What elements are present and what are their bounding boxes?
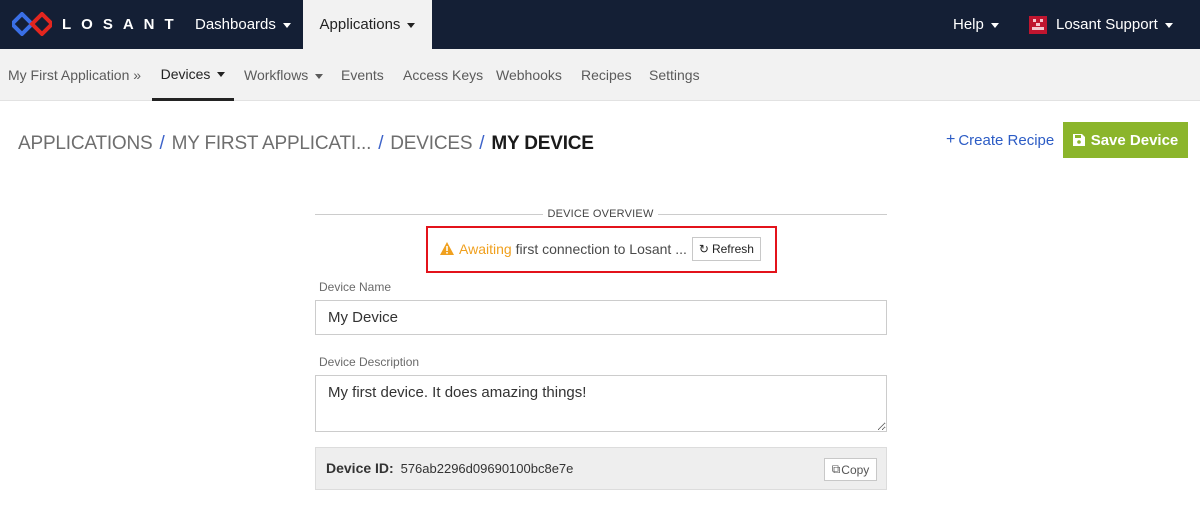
status-text: first connection to Losant ... (515, 240, 687, 257)
caret-down-icon (990, 23, 999, 28)
device-description-label: Device Description (319, 355, 420, 369)
subnav-devices[interactable]: Devices (152, 49, 234, 101)
divider (658, 214, 887, 215)
breadcrumb: APPLICATIONS / MY FIRST APPLICATI... / D… (18, 132, 594, 156)
refresh-label: Refresh (711, 241, 754, 256)
breadcrumb-separator: / (479, 133, 485, 154)
nav-user-label: Losant Support (1056, 16, 1158, 33)
nav-user-menu[interactable]: Losant Support (1029, 0, 1173, 49)
top-navbar: LOSANT Dashboards Applications Help Losa… (0, 0, 1200, 49)
device-name-input[interactable] (315, 300, 887, 335)
device-id-row: Device ID: 576ab2296d09690100bc8e7e (326, 460, 573, 476)
breadcrumb-devices[interactable]: DEVICES (390, 133, 472, 155)
losant-logo-icon (12, 12, 52, 36)
save-device-label: Save Device (1090, 131, 1179, 149)
subnav-recipes-label: Recipes (581, 67, 632, 83)
subnav-webhooks[interactable]: Webhooks (496, 49, 562, 101)
caret-down-icon (217, 72, 226, 77)
avatar (1029, 15, 1047, 34)
breadcrumb-separator: / (378, 133, 384, 154)
nav-applications-label: Applications (319, 16, 401, 33)
copy-icon: ⧉ (831, 462, 841, 476)
create-recipe-link[interactable]: + Create Recipe (946, 128, 1054, 152)
subnav-workflows[interactable]: Workflows (244, 49, 324, 101)
warning-icon (440, 242, 454, 255)
connection-status: Awaiting first connection to Losant ... … (440, 236, 761, 261)
subnav-application[interactable]: My First Application » (8, 49, 141, 101)
caret-down-icon (407, 23, 416, 28)
nav-help-label: Help (953, 16, 984, 33)
app-subnav: My First Application » Devices Workflows… (0, 49, 1200, 101)
device-id-value: 576ab2296d09690100bc8e7e (400, 461, 574, 476)
avatar-icon (1029, 15, 1047, 34)
logo-text: LOSANT (62, 15, 184, 33)
status-awaiting: Awaiting (459, 240, 512, 257)
caret-down-icon (315, 73, 324, 79)
subnav-devices-label: Devices (160, 65, 211, 82)
breadcrumb-current: MY DEVICE (491, 133, 594, 154)
copy-button[interactable]: ⧉ Copy (824, 458, 877, 481)
subnav-access-keys[interactable]: Access Keys (403, 49, 483, 101)
breadcrumb-applications[interactable]: APPLICATIONS (18, 133, 153, 155)
refresh-button[interactable]: ↻ Refresh (691, 236, 761, 261)
nav-dashboards[interactable]: Dashboards (182, 0, 304, 49)
refresh-icon: ↻ (698, 241, 709, 256)
save-device-button[interactable]: Save Device (1063, 122, 1188, 158)
plus-icon: + (946, 131, 956, 148)
subnav-settings-label: Settings (649, 67, 700, 83)
subnav-events[interactable]: Events (341, 49, 384, 101)
section-title: DEVICE OVERVIEW (547, 208, 654, 220)
create-recipe-label: Create Recipe (958, 131, 1055, 149)
nav-help[interactable]: Help (941, 0, 1011, 49)
subnav-events-label: Events (341, 67, 384, 83)
subnav-webhooks-label: Webhooks (496, 67, 562, 83)
subnav-application-label: My First Application » (8, 67, 142, 83)
subnav-access-keys-label: Access Keys (403, 67, 484, 83)
subnav-settings[interactable]: Settings (649, 49, 700, 101)
device-description-textarea[interactable]: My first device. It does amazing things! (315, 375, 887, 432)
losant-logo[interactable]: LOSANT (12, 12, 184, 36)
device-id-label: Device ID: (326, 460, 394, 476)
divider (315, 214, 543, 215)
nav-dashboards-label: Dashboards (195, 16, 276, 33)
save-icon (1072, 134, 1085, 146)
subnav-recipes[interactable]: Recipes (581, 49, 632, 101)
caret-down-icon (282, 23, 291, 28)
caret-down-icon (1164, 23, 1173, 28)
nav-applications[interactable]: Applications (303, 0, 432, 49)
copy-label: Copy (841, 462, 870, 477)
breadcrumb-application[interactable]: MY FIRST APPLICATI... (172, 133, 372, 155)
breadcrumb-separator: / (159, 133, 165, 154)
device-name-label: Device Name (319, 280, 392, 294)
subnav-workflows-label: Workflows (244, 67, 309, 83)
device-id-panel: Device ID: 576ab2296d09690100bc8e7e ⧉ Co… (315, 447, 887, 490)
